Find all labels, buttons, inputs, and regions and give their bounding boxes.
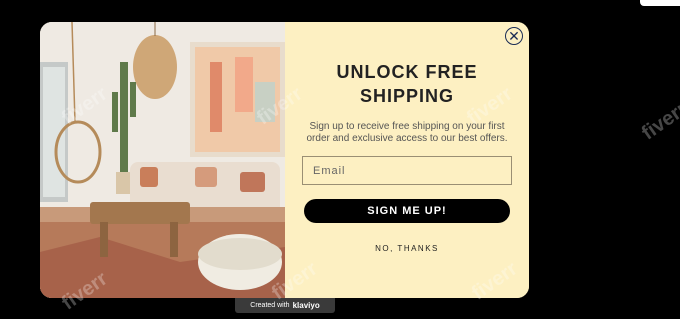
decline-link[interactable]: NO, THANKS [285, 244, 529, 253]
email-field[interactable]: Email [302, 156, 512, 185]
watermark: fiverr [637, 97, 680, 145]
email-placeholder: Email [313, 164, 346, 177]
sign-up-button[interactable]: SIGN ME UP! [304, 199, 510, 223]
top-right-bar [640, 0, 680, 6]
title-line-2: SHIPPING [359, 86, 455, 106]
signup-popup: ✕ UNLOCK FREE SHIPPING Sign up to receiv… [40, 22, 529, 298]
signup-panel: ✕ UNLOCK FREE SHIPPING Sign up to receiv… [285, 22, 529, 298]
badge-prefix: Created with [250, 302, 290, 309]
popup-title: UNLOCK FREE SHIPPING [285, 60, 529, 108]
badge-brand: klaviyo [292, 301, 320, 310]
close-icon[interactable]: ✕ [505, 27, 523, 45]
popup-subtitle: Sign up to receive free shipping on your… [306, 121, 508, 144]
room-photo [40, 22, 285, 298]
title-line-1: UNLOCK FREE [336, 62, 478, 82]
created-with-badge[interactable]: Created with klaviyo [235, 298, 335, 313]
living-room-illustration [40, 22, 285, 298]
